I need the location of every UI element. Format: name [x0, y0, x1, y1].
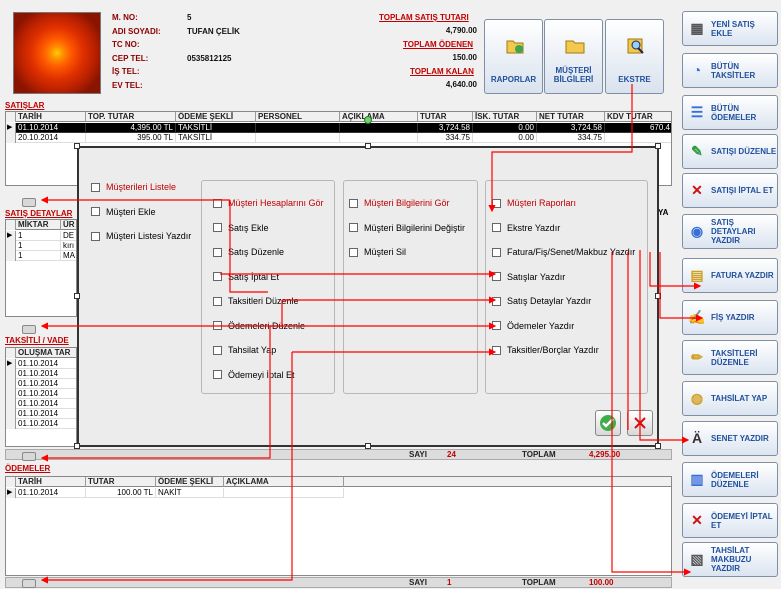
arrow-line: [229, 200, 268, 293]
arrow-line: [639, 250, 690, 444]
arrow-line: [40, 352, 293, 584]
arrow-line: [649, 252, 702, 290]
arrow-line: [40, 326, 271, 462]
arrow-line: [488, 84, 633, 213]
arrow-line: [611, 252, 692, 576]
arrow-line: [40, 300, 283, 330]
arrow-line: [659, 252, 704, 322]
annotation-arrows: [40, 84, 704, 584]
